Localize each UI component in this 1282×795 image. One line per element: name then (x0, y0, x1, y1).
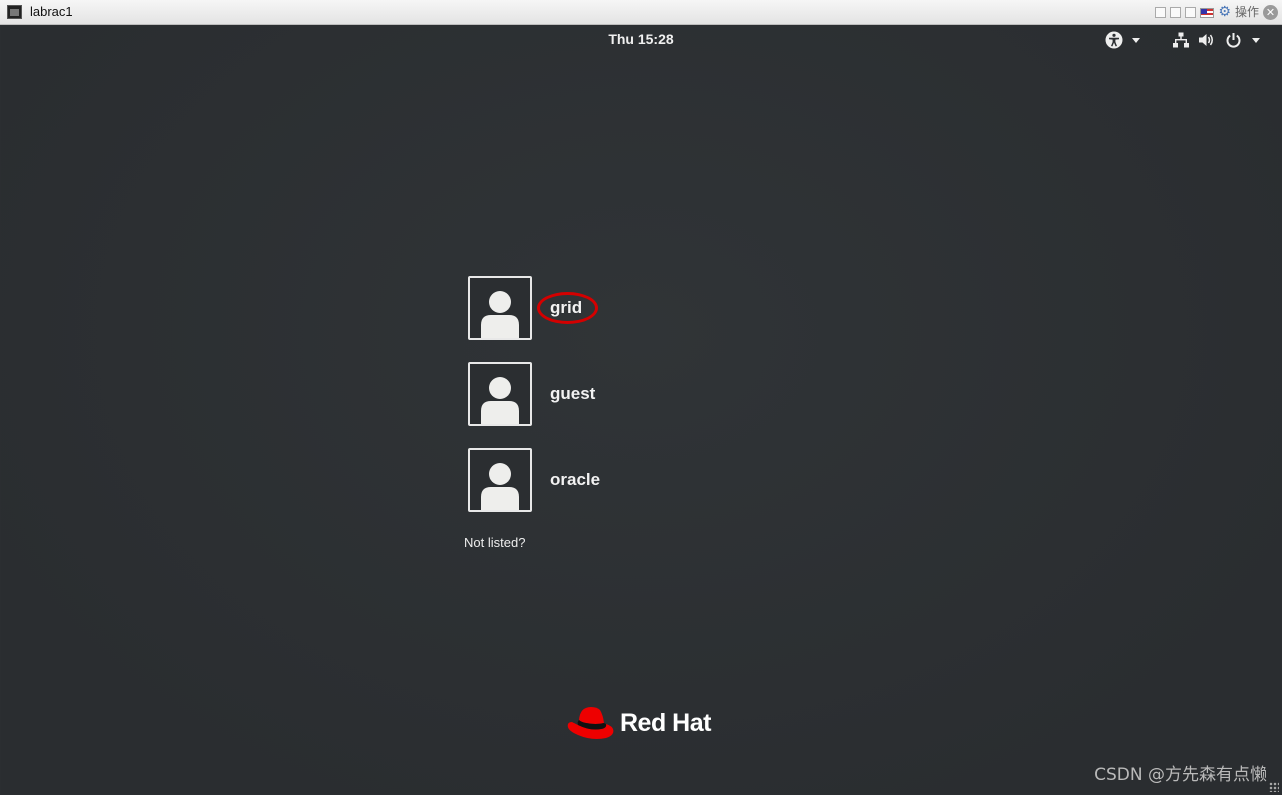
avatar (468, 362, 532, 426)
user-item-grid[interactable]: grid (468, 276, 788, 340)
top-bar: Thu 15:28 (1, 26, 1281, 54)
user-avatar-icon (481, 377, 519, 424)
avatar (468, 276, 532, 340)
terminal-icon (7, 5, 22, 19)
user-item-guest[interactable]: guest (468, 362, 788, 426)
user-item-oracle[interactable]: oracle (468, 448, 788, 512)
vm-window-titlebar: labrac1 ⚙ 操作 ✕ (0, 0, 1282, 25)
keyboard-flag-icon[interactable] (1200, 7, 1215, 18)
minimize-icon[interactable] (1170, 7, 1182, 18)
brand-name: Red Hat (620, 708, 711, 737)
network-icon (1173, 32, 1189, 48)
chevron-down-icon (1252, 37, 1260, 43)
avatar (468, 448, 532, 512)
user-avatar-icon (481, 291, 519, 338)
volume-icon (1199, 34, 1213, 46)
user-name: guest (550, 384, 596, 403)
system-menu[interactable] (1173, 30, 1260, 50)
gear-icon[interactable]: ⚙ (1218, 4, 1231, 21)
chevron-down-icon (1132, 37, 1140, 43)
user-name: grid (550, 298, 583, 317)
clock[interactable]: Thu 15:28 (1, 31, 1281, 47)
login-screen: Thu 15:28 grid guest oracle Not listed? … (1, 26, 1281, 794)
vm-window-controls: ⚙ 操作 ✕ (1155, 4, 1278, 21)
user-avatar-icon (481, 463, 519, 510)
accessibility-menu[interactable] (1105, 30, 1140, 50)
power-icon (1226, 32, 1241, 48)
close-icon[interactable]: ✕ (1263, 5, 1278, 20)
not-listed-link[interactable]: Not listed? (464, 535, 525, 550)
vm-window-title: labrac1 (30, 4, 73, 19)
accessibility-icon (1105, 31, 1123, 49)
watermark: CSDN @方先森有点懒 (1094, 765, 1267, 785)
red-hat-icon (567, 707, 614, 739)
user-name: oracle (550, 470, 601, 489)
resize-grip-icon[interactable] (1269, 782, 1279, 792)
red-hat-logo: Red Hat (566, 704, 711, 742)
restore-icon[interactable] (1155, 7, 1167, 18)
user-list: grid guest oracle (468, 276, 788, 534)
maximize-icon[interactable] (1185, 7, 1197, 18)
action-menu-button[interactable]: 操作 (1235, 4, 1259, 21)
